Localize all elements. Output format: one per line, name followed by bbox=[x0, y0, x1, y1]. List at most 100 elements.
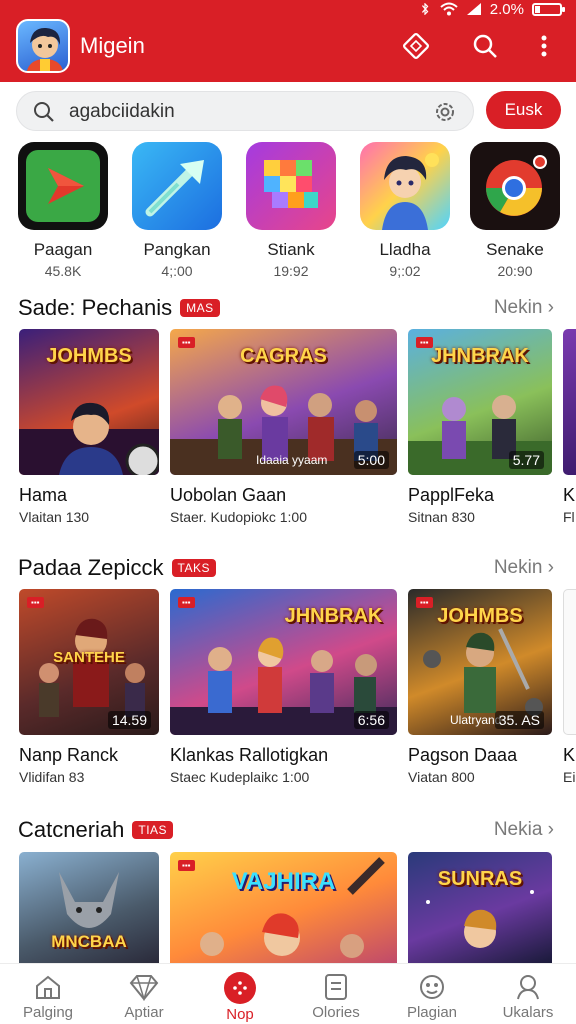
video-thumbnail: ▪▪▪ JHNBRAK 5.77 bbox=[408, 329, 552, 475]
home-icon bbox=[32, 972, 64, 1002]
video-card[interactable]: ▪▪▪ JHNBRAK 5.77 PapplFeka Sitnan 830 bbox=[408, 329, 552, 525]
nav-item-plagian[interactable]: Plagian bbox=[384, 964, 480, 1024]
app-name: Lladha bbox=[379, 240, 431, 259]
thumbnail-title: SUNRAS bbox=[437, 868, 523, 890]
video-tag-badge: ▪▪▪ bbox=[178, 597, 195, 608]
video-tag-badge: ▪▪▪ bbox=[27, 597, 44, 608]
app-header: 2.0% Migein bbox=[0, 0, 576, 82]
video-thumbnail bbox=[563, 589, 576, 735]
search-icon bbox=[34, 102, 54, 122]
nav-item-olories[interactable]: Olories bbox=[288, 964, 384, 1024]
nav-label: Olories bbox=[312, 1004, 360, 1021]
video-card[interactable]: ▪▪▪ JOHMBS Ulatryand 35. AS Pagson Daaa … bbox=[408, 589, 552, 785]
section-more-link[interactable]: Nekia › bbox=[494, 819, 554, 841]
signal-icon bbox=[466, 3, 481, 15]
video-thumbnail: MNCBAA bbox=[19, 852, 159, 963]
diamond-icon[interactable] bbox=[401, 31, 431, 61]
section-more-link[interactable]: Nekin › bbox=[494, 297, 554, 319]
card-subtitle: Fl bbox=[563, 509, 575, 525]
section-badge: TAKS bbox=[171, 559, 216, 577]
video-card[interactable]: K Ei bbox=[563, 589, 576, 785]
thumbnail-overlay-text: Ulatryand bbox=[450, 713, 502, 727]
thumbnail-title: JHNBRAK bbox=[431, 345, 529, 367]
video-duration: 6:56 bbox=[353, 711, 389, 729]
card-title: PapplFeka bbox=[408, 485, 495, 505]
video-thumbnail: ▪▪▪ JOHMBS Ulatryand 35. AS bbox=[408, 589, 552, 735]
thumbnail-overlay-text: Idaaia yyaam bbox=[256, 453, 328, 467]
app-tile-stiank[interactable]: Stiank 19:92 bbox=[244, 142, 338, 279]
chevron-right-icon: › bbox=[547, 819, 554, 840]
video-thumbnail: ▪▪▪ CAGRAS Idaaia yyaam 5:00 bbox=[170, 329, 397, 475]
thumbnail-title: SANTEHE bbox=[53, 649, 125, 666]
document-icon bbox=[320, 972, 352, 1002]
nav-item-aptiar[interactable]: Aptiar bbox=[96, 964, 192, 1024]
more-link-text: Nekia bbox=[493, 819, 543, 840]
section-title: Padaa Zepicck TAKS bbox=[18, 555, 216, 581]
app-count: 45.8K bbox=[44, 263, 82, 279]
card-subtitle: Staer. Kudopiokc 1:00 bbox=[170, 509, 307, 525]
section-title: Catcneriah TIAS bbox=[18, 817, 174, 843]
app-count: 19:92 bbox=[273, 263, 309, 279]
section-title-text: Catcneriah bbox=[18, 817, 125, 842]
thumbnail-title: JOHMBS bbox=[437, 605, 523, 627]
video-card[interactable]: ▪▪▪ SANTEHE 14.59 Nanp Ranck Vlidifan 83 bbox=[19, 589, 159, 785]
nav-item-ukalars[interactable]: Ukalars bbox=[480, 964, 576, 1024]
bluetooth-icon bbox=[421, 3, 429, 15]
video-card[interactable]: JOHMBS Hama Vlaitan 130 bbox=[19, 329, 159, 525]
video-duration: 5.77 bbox=[508, 451, 544, 469]
nav-label: Ukalars bbox=[502, 1004, 554, 1021]
app-tile-paagan[interactable]: Paagan 45.8K bbox=[16, 142, 110, 279]
app-logo[interactable] bbox=[16, 19, 70, 73]
more-vert-icon[interactable] bbox=[529, 31, 559, 61]
app-name: Pangkan bbox=[143, 240, 211, 259]
video-card[interactable]: SUNRAS bbox=[408, 852, 552, 963]
app-count: 20:90 bbox=[497, 263, 533, 279]
nav-label: Palging bbox=[22, 1004, 74, 1021]
app-name: Senake bbox=[486, 240, 544, 259]
battery-icon bbox=[532, 2, 565, 16]
video-thumbnail: ▪▪▪ VAJHIRA bbox=[170, 852, 397, 963]
character-icon bbox=[360, 142, 450, 230]
nav-item-nop[interactable]: Nop bbox=[192, 964, 288, 1024]
search-button[interactable]: Eusk bbox=[486, 91, 561, 129]
video-card[interactable]: K Fl bbox=[563, 329, 576, 525]
app-tile-pangkan[interactable]: Pangkan 4;:00 bbox=[130, 142, 224, 279]
card-subtitle: Sitnan 830 bbox=[408, 509, 475, 525]
card-subtitle: Vlaitan 130 bbox=[19, 509, 90, 525]
video-card[interactable]: ▪▪▪ VAJHIRA bbox=[170, 852, 397, 963]
arrow-icon bbox=[132, 142, 222, 230]
video-thumbnail: SUNRAS bbox=[408, 852, 552, 963]
video-thumbnail: ▪▪▪ JHNBRAK 6:56 bbox=[170, 589, 397, 735]
diamond-icon bbox=[128, 972, 160, 1002]
section-more-link[interactable]: Nekin › bbox=[494, 557, 554, 579]
nav-item-palging[interactable]: Palging bbox=[0, 964, 96, 1024]
more-link-text: Nekin bbox=[493, 297, 543, 318]
app-tile-lladha[interactable]: Lladha 9;:02 bbox=[358, 142, 452, 279]
thumbnail-title: VAJHIRA bbox=[231, 868, 336, 895]
chevron-right-icon: › bbox=[547, 297, 554, 318]
blocks-icon bbox=[246, 142, 336, 230]
gamepad-icon bbox=[224, 972, 256, 1004]
video-thumbnail bbox=[563, 329, 576, 475]
nav-label: Nop bbox=[226, 1006, 254, 1023]
video-thumbnail: ▪▪▪ SANTEHE 14.59 bbox=[19, 589, 159, 735]
controller-icon bbox=[416, 972, 448, 1002]
nav-label: Plagian bbox=[406, 1004, 458, 1021]
browser-icon bbox=[470, 142, 560, 230]
card-title: K bbox=[563, 745, 576, 765]
app-tile-senake[interactable]: Senake 20:90 bbox=[468, 142, 562, 279]
app-name: Stiank bbox=[267, 240, 315, 259]
status-bar: 2.0% bbox=[418, 0, 565, 18]
card-subtitle: Ei bbox=[563, 769, 576, 785]
gear-icon[interactable] bbox=[433, 100, 457, 124]
section-badge: TIAS bbox=[132, 821, 174, 839]
search-input[interactable] bbox=[69, 98, 429, 126]
video-duration: 5:00 bbox=[353, 451, 389, 469]
search-icon[interactable] bbox=[470, 31, 500, 61]
video-card[interactable]: ▪▪▪ JHNBRAK 6:56 Klankas Rallotigkan Sta… bbox=[170, 589, 397, 785]
video-card[interactable]: MNCBAA bbox=[19, 852, 159, 963]
video-card[interactable]: ▪▪▪ CAGRAS Idaaia yyaam 5:00 Uobolan Gaa… bbox=[170, 329, 397, 525]
more-link-text: Nekin bbox=[493, 557, 543, 578]
thumbnail-title: JOHMBS bbox=[46, 345, 132, 367]
card-title: Uobolan Gaan bbox=[170, 485, 287, 505]
